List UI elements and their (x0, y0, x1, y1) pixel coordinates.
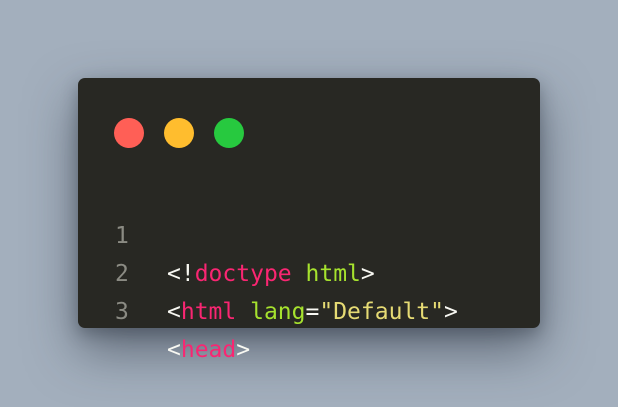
token: lang (250, 299, 306, 325)
close-dot-icon[interactable] (114, 118, 144, 148)
line-number: 3 (115, 299, 129, 325)
code-line-3: 3 <head> (78, 255, 540, 363)
line-source: <html lang="Default"> (167, 293, 458, 331)
code-line-1: 1 <!doctype html> (78, 179, 540, 287)
token: < (167, 337, 181, 363)
token: head (180, 337, 237, 363)
token: < (167, 299, 181, 325)
minimize-dot-icon[interactable] (164, 118, 194, 148)
code-window: 1 <!doctype html> 2 <html lang="Default"… (78, 78, 540, 363)
code-block: 1 <!doctype html> 2 <html lang="Default"… (78, 179, 540, 363)
token: > (236, 337, 251, 363)
token: html (180, 299, 237, 325)
token: "Default" (319, 299, 444, 325)
token: = (305, 299, 320, 325)
maximize-dot-icon[interactable] (214, 118, 244, 148)
token: > (443, 299, 458, 325)
line-source: <head> (167, 331, 250, 369)
code-line-2: 2 <html lang="Default"> (78, 217, 540, 325)
